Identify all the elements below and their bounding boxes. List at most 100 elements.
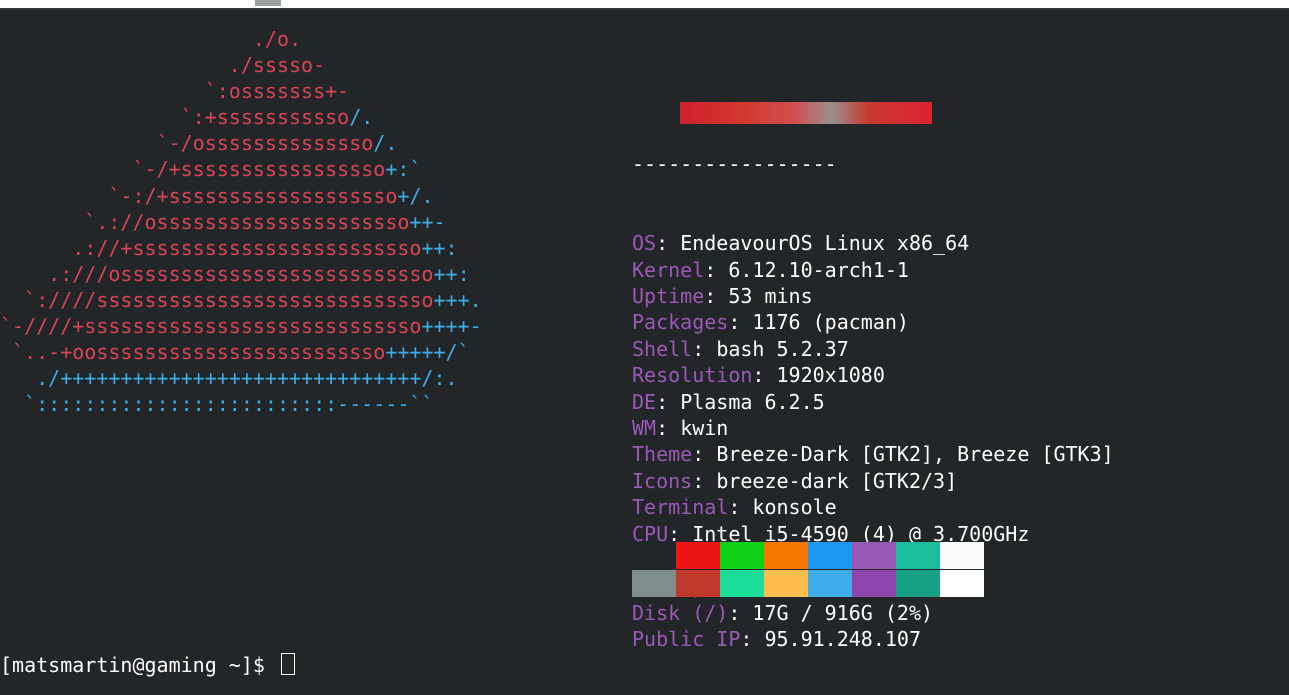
logo-segment: `:////ssssssssssssssssssssssssssso <box>0 287 434 312</box>
logo-line: `..-+oossssssssssssssssssssssso+++++/` <box>0 339 600 365</box>
palette-swatch <box>896 570 940 597</box>
info-value: bash 5.2.37 <box>716 336 849 361</box>
palette-swatch <box>764 542 808 569</box>
logo-segment: +:` <box>385 157 422 182</box>
info-value: 6.12.10-arch1-1 <box>728 257 909 282</box>
info-value: breeze-dark [GTK2/3] <box>716 468 958 493</box>
palette-swatch <box>852 570 896 597</box>
info-row: OS: EndeavourOS Linux x86_64 <box>632 230 1272 256</box>
logo-segment: ++- <box>409 209 446 234</box>
logo-segment: `-/ossssssssssssso <box>0 131 374 156</box>
info-key: Resolution <box>632 363 753 388</box>
palette-swatch <box>764 570 808 597</box>
logo-segment: `..-+oossssssssssssssssssssssso <box>0 340 386 365</box>
info-value: Breeze-Dark [GTK2], Breeze [GTK3] <box>716 442 1114 467</box>
info-key: Terminal <box>632 495 729 520</box>
logo-segment: ./sssso- <box>0 53 326 78</box>
info-colon: : <box>656 389 681 414</box>
info-key: DE <box>632 389 657 414</box>
info-value: EndeavourOS Linux x86_64 <box>680 231 970 256</box>
palette-swatch <box>676 542 720 569</box>
shell-prompt[interactable]: [matsmartin@gaming ~]$ <box>0 652 295 678</box>
info-row: Terminal: konsole <box>632 494 1272 520</box>
palette-swatch <box>808 570 852 597</box>
logo-line: ./++++++++++++++++++++++++++++++/:. <box>0 365 600 391</box>
info-row: Icons: breeze-dark [GTK2/3] <box>632 468 1272 494</box>
info-colon: : <box>728 310 753 335</box>
info-row: Kernel: 6.12.10-arch1-1 <box>632 257 1272 283</box>
palette-swatch <box>940 570 984 597</box>
info-key: WM <box>632 415 657 440</box>
user-host-line <box>632 72 1272 124</box>
palette-swatch <box>852 542 896 569</box>
info-colon: : <box>692 442 717 467</box>
info-key: Theme <box>632 442 693 467</box>
info-row: Uptime: 53 mins <box>632 283 1272 309</box>
info-key: OS <box>632 231 657 256</box>
info-row: DE: Plasma 6.2.5 <box>632 389 1272 415</box>
logo-segment: ++: <box>433 261 470 286</box>
info-row: Public IP: 95.91.248.107 <box>632 626 1272 652</box>
info-colon: : <box>704 284 729 308</box>
logo-segment: ++: <box>421 235 458 260</box>
info-value: 1176 (pacman) <box>752 310 909 335</box>
logo-line: `.://osssssssssssssssssssso++- <box>0 209 600 235</box>
info-colon: : <box>656 415 681 440</box>
info-value: kwin <box>680 415 729 440</box>
info-key: Public IP <box>632 627 741 652</box>
info-row: Theme: Breeze-Dark [GTK2], Breeze [GTK3] <box>632 441 1272 467</box>
logo-line: `-/ossssssssssssso/. <box>0 130 600 156</box>
logo-segment: +/. <box>397 183 434 208</box>
info-row: WM: kwin <box>632 415 1272 441</box>
palette-swatch <box>632 542 676 569</box>
color-palette <box>632 542 984 597</box>
logo-line: `:////ssssssssssssssssssssssssssso+++. <box>0 287 600 313</box>
info-value: Plasma 6.2.5 <box>680 389 825 414</box>
info-row: Disk (/): 17G / 916G (2%) <box>632 600 1272 626</box>
text-cursor <box>280 653 295 675</box>
info-row: Shell: bash 5.2.37 <box>632 336 1272 362</box>
info-colon: : <box>692 336 717 361</box>
logo-segment: ./++++++++++++++++++++++++++++++/:. <box>0 366 458 391</box>
logo-line: `-/+sssssssssssssssso+:` <box>0 156 600 182</box>
logo-segment: `:+sssssssssso <box>0 105 350 130</box>
logo-segment: ./o. <box>0 27 302 51</box>
distro-ascii-logo: ./o. ./sssso- `:osssssss+- `:+ssssssssss… <box>0 26 600 446</box>
logo-line: `:osssssss+- <box>0 78 600 104</box>
logo-segment: /. <box>349 105 374 130</box>
logo-line: `-:/+sssssssssssssssssso+/. <box>0 183 600 209</box>
info-key: Disk (/) <box>632 600 729 625</box>
palette-swatch <box>632 570 676 597</box>
logo-segment: `.://osssssssssssssssssssso <box>0 209 410 234</box>
logo-segment: /. <box>373 131 398 156</box>
logo-line: ./o. <box>0 26 600 52</box>
tab-indicator <box>255 0 281 6</box>
palette-swatch <box>896 542 940 569</box>
info-colon: : <box>728 495 753 520</box>
info-value: 17G / 916G (2%) <box>752 600 934 625</box>
palette-swatch <box>808 542 852 569</box>
info-colon: : <box>728 600 753 625</box>
logo-segment: `:osssssss+- <box>0 79 350 104</box>
logo-segment: `-/+sssssssssssssssso <box>0 157 386 182</box>
info-row: Packages: 1176 (pacman) <box>632 309 1272 335</box>
logo-line: `-////+ssssssssssssssssssssssssssso++++- <box>0 313 600 339</box>
palette-swatch <box>720 570 764 597</box>
logo-line: `:::::::::::::::::::::::::------`` <box>0 391 600 417</box>
info-value: konsole <box>752 495 837 520</box>
logo-line: .:///ossssssssssssssssssssssssso++: <box>0 261 600 287</box>
info-row: Resolution: 1920x1080 <box>632 362 1272 388</box>
logo-line: `:+sssssssssso/. <box>0 104 600 130</box>
logo-segment: +++. <box>433 287 482 312</box>
window-top-edge <box>0 0 1289 10</box>
info-value: 95.91.248.107 <box>764 627 922 652</box>
logo-line: ./sssso- <box>0 52 600 78</box>
logo-segment: ++++- <box>421 314 482 339</box>
info-key: Packages <box>632 310 729 335</box>
info-colon: : <box>740 627 765 652</box>
logo-segment: `-////+ssssssssssssssssssssssssssso <box>0 314 422 339</box>
palette-swatch <box>720 542 764 569</box>
logo-segment: `-:/+sssssssssssssssssso <box>0 183 398 208</box>
redacted-user-host <box>680 101 933 124</box>
info-colon: : <box>704 257 729 282</box>
